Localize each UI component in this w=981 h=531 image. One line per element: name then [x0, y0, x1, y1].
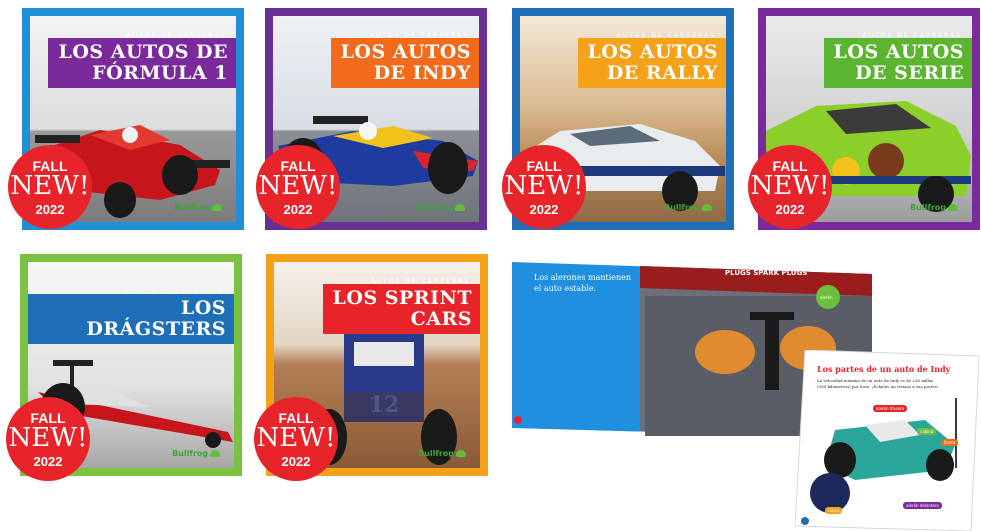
book-title: LOS AUTOS DE RALLY	[577, 38, 726, 88]
label-cabina: cabina	[917, 428, 937, 435]
badge-new-text: NEW!	[750, 171, 830, 201]
publisher-logo: Bullfrog	[172, 449, 220, 458]
badge-year-text: 2022	[529, 202, 559, 217]
title-line: CARS	[410, 308, 472, 330]
badge-new-text: NEW!	[10, 171, 90, 201]
spread-caption: Los alerones mantienen el auto estable.	[534, 272, 631, 294]
publisher-logo: Bullfrog	[174, 203, 222, 212]
badge-new-text: NEW!	[258, 171, 338, 201]
badge-year-text: 2022	[775, 202, 805, 217]
frog-icon	[702, 204, 712, 211]
fall-new-2022-badge: FALL NEW! 2022	[502, 145, 586, 229]
title-line: DE RALLY	[606, 62, 718, 84]
frog-icon	[948, 204, 958, 211]
book-title: LOS DRÁGSTERS	[28, 294, 234, 344]
book-title: LOS AUTOS DE SERIE	[823, 38, 972, 88]
book-title: LOS AUTOS DE INDY	[330, 38, 479, 88]
publisher-logo: Bullfrog	[417, 203, 465, 212]
badge-new-text: NEW!	[504, 171, 584, 201]
label-llanta: llanta	[941, 439, 959, 446]
publisher-name: Bullfrog	[418, 449, 454, 458]
title-line: LOS DRÁGSTERS	[86, 297, 226, 340]
badge-year-text: 2022	[33, 454, 63, 469]
publisher-name: Bullfrog	[910, 203, 946, 212]
fall-new-2022-badge: FALL NEW! 2022	[254, 397, 338, 481]
publisher-name: Bullfrog	[172, 449, 208, 458]
badge-year-text: 2022	[35, 202, 65, 217]
label-aleron-trasero: alerón trasero	[873, 405, 908, 412]
title-line: DE INDY	[373, 62, 471, 84]
parts-body: La velocidad máxima de un auto de Indy e…	[817, 378, 977, 390]
aleron-label: alerón	[820, 295, 833, 300]
book-title: LOS SPRINT CARS	[322, 284, 480, 334]
publisher-name: Bullfrog	[664, 203, 700, 212]
badge-new-text: NEW!	[256, 423, 336, 453]
publisher-logo: Bullfrog	[910, 203, 958, 212]
fall-new-2022-badge: FALL NEW! 2022	[8, 145, 92, 229]
interior-page-indy-parts[interactable]: Los partes de un auto de Indy La velocid…	[795, 350, 979, 531]
fall-new-2022-badge: FALL NEW! 2022	[748, 145, 832, 229]
title-line: LOS AUTOS	[340, 41, 471, 63]
fall-new-2022-badge: FALL NEW! 2022	[6, 397, 90, 481]
label-aleron-delantero: alerón delantero	[903, 502, 942, 509]
caption-line: el auto estable.	[534, 284, 597, 293]
fall-new-2022-badge: FALL NEW! 2022	[256, 145, 340, 229]
label-casco: casco	[825, 507, 843, 514]
title-line: LOS SPRINT	[332, 287, 472, 309]
caption-line: Los alerones mantienen	[534, 273, 632, 282]
publisher-logo: Bullfrog	[418, 449, 466, 458]
badge-new-text: NEW!	[8, 423, 88, 453]
title-line: FÓRMULA 1	[92, 62, 228, 84]
frog-icon	[212, 204, 222, 211]
publisher-name: Bullfrog	[174, 203, 210, 212]
frog-icon	[455, 204, 465, 211]
badge-year-text: 2022	[283, 202, 313, 217]
book-title: LOS AUTOS DE FÓRMULA 1	[48, 38, 236, 88]
badge-year-text: 2022	[281, 454, 311, 469]
title-line: LOS AUTOS	[833, 41, 964, 63]
body-line: (380 kilómetros) por hora. ¡Échales un v…	[817, 384, 939, 389]
title-line: DE SERIE	[855, 62, 964, 84]
frog-icon	[456, 450, 466, 457]
publisher-name: Bullfrog	[417, 203, 453, 212]
title-line: LOS AUTOS	[587, 41, 718, 63]
publisher-logo: Bullfrog	[664, 203, 712, 212]
title-line: LOS AUTOS DE	[58, 41, 228, 63]
frog-icon	[210, 450, 220, 457]
spread-banner: PLUGS SPARK PLUGS	[725, 269, 808, 277]
parts-heading: Los partes de un auto de Indy	[817, 364, 951, 374]
